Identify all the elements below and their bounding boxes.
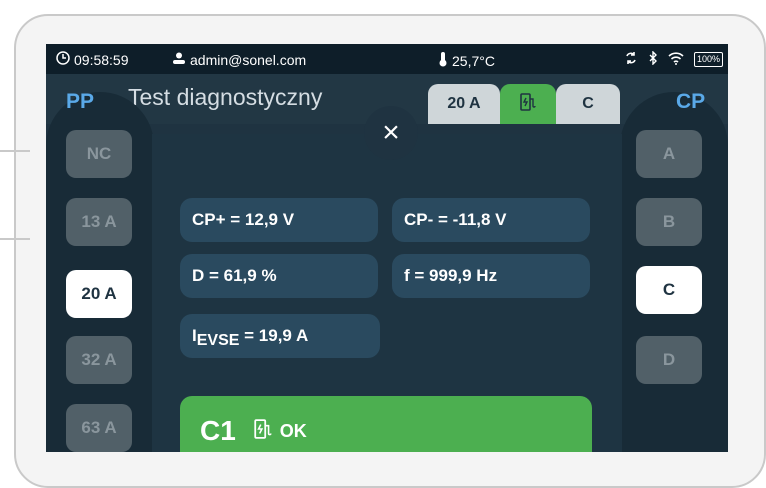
cp-button-c[interactable]: C (636, 266, 702, 314)
battery-level: 100% (697, 54, 721, 64)
current-chip-label: 20 A (447, 95, 481, 112)
pp-button-63a[interactable]: 63 A (66, 404, 132, 452)
battery-icon: 100% (694, 52, 724, 67)
ievse-value: I EVSE = 19,9 A (180, 314, 380, 358)
thermometer-icon (438, 51, 448, 70)
user-icon (172, 51, 186, 68)
temperature-text: 25,7°C (452, 52, 495, 69)
pp-button-nc[interactable]: NC (66, 130, 132, 178)
temperature: 25,7°C (438, 51, 495, 70)
status-icons: 100% (624, 50, 724, 68)
pp-button-13a[interactable]: 13 A (66, 198, 132, 246)
wifi-icon (668, 51, 684, 68)
cp-label: CP (676, 90, 706, 113)
callout-line-1 (0, 150, 30, 152)
cp-state-chip: C (556, 84, 620, 124)
close-button[interactable]: × (364, 106, 418, 160)
callout-line-2 (0, 238, 30, 240)
ev-status-chip (500, 84, 556, 124)
cp-minus-value: CP- = -11,8 V (392, 198, 590, 242)
cp-state-chip-label: C (582, 95, 594, 112)
device-screen: 09:58:59 admin@sonel.com 25,7°C 100% Tes… (46, 44, 728, 452)
frequency-value: f = 999,9 Hz (392, 254, 590, 298)
close-icon: × (382, 116, 400, 149)
ievse-reading: = 19,9 A (239, 326, 309, 345)
time-text: 09:58:59 (74, 51, 129, 68)
ievse-subscript: EVSE (196, 332, 240, 349)
duty-cycle-value: D = 61,9 % (180, 254, 378, 298)
pp-label: PP (66, 90, 95, 113)
pp-button-20a[interactable]: 20 A (66, 270, 132, 318)
bluetooth-icon (648, 50, 658, 68)
ev-charger-icon (254, 418, 272, 444)
result-code: C1 (200, 415, 236, 446)
result-status: OK (279, 420, 307, 441)
user: admin@sonel.com (172, 51, 306, 68)
pp-button-32a[interactable]: 32 A (66, 336, 132, 384)
cp-button-a[interactable]: A (636, 130, 702, 178)
user-email: admin@sonel.com (190, 51, 307, 68)
result-banner: C1 OK (180, 396, 592, 452)
page-title: Test diagnostyczny (128, 84, 323, 110)
cp-button-b[interactable]: B (636, 198, 702, 246)
cp-plus-value: CP+ = 12,9 V (180, 198, 378, 242)
sync-icon (624, 51, 638, 68)
clock-icon (56, 51, 70, 68)
current-chip: 20 A (428, 84, 500, 124)
clock: 09:58:59 (56, 51, 129, 68)
ev-charger-icon (520, 92, 536, 116)
cp-button-d[interactable]: D (636, 336, 702, 384)
status-bar: 09:58:59 admin@sonel.com 25,7°C 100% (46, 44, 728, 74)
